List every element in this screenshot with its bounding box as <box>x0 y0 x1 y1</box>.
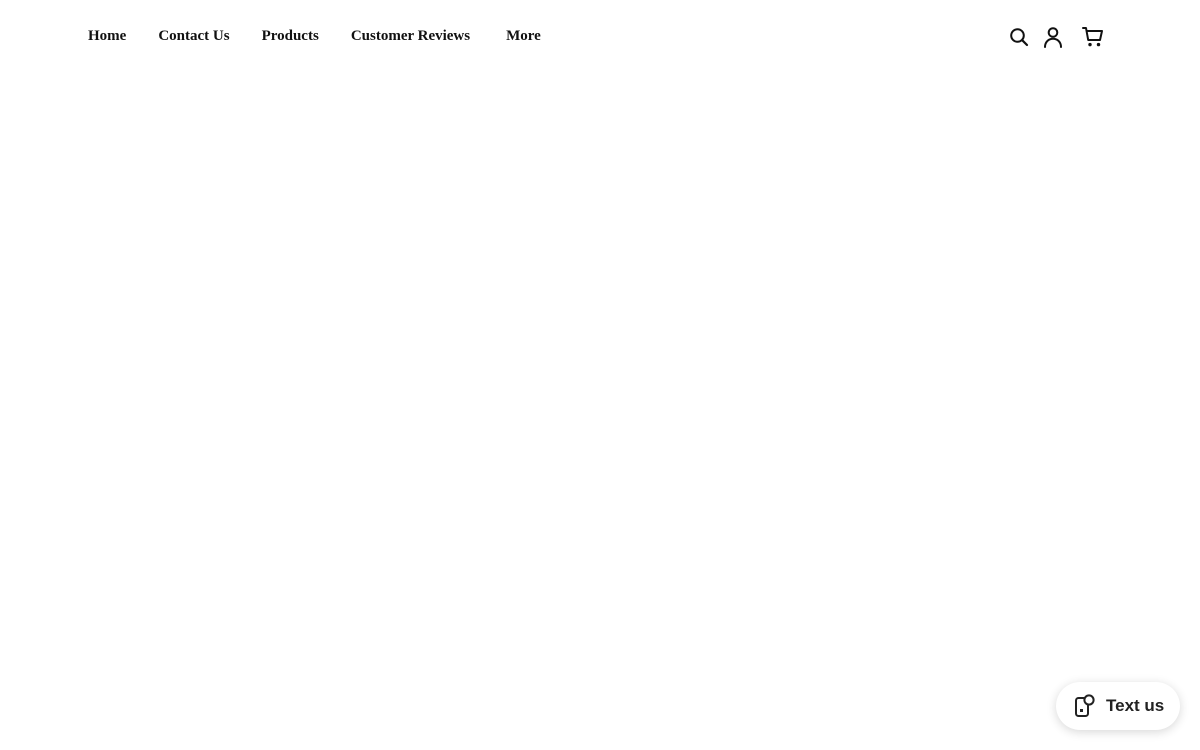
text-us-button[interactable]: Text us <box>1056 682 1180 730</box>
header-icons <box>1006 24 1106 50</box>
account-button[interactable] <box>1040 24 1066 50</box>
cart-button[interactable] <box>1080 24 1106 50</box>
main-nav: Home Contact Us Products Customer Review… <box>88 26 541 46</box>
site-header: Home Contact Us Products Customer Review… <box>0 0 1200 72</box>
cart-icon <box>1082 27 1103 47</box>
search-button[interactable] <box>1006 24 1032 50</box>
nav-item-contact-us[interactable]: Contact Us <box>158 26 229 46</box>
nav-item-more[interactable]: More <box>506 26 541 46</box>
nav-item-customer-reviews[interactable]: Customer Reviews <box>351 26 470 46</box>
account-icon <box>1044 27 1062 48</box>
search-icon <box>1010 28 1029 47</box>
nav-item-products[interactable]: Products <box>262 26 319 46</box>
nav-item-home[interactable]: Home <box>88 26 126 46</box>
text-us-label: Text us <box>1106 696 1165 715</box>
chat-phone-icon <box>1074 694 1096 718</box>
